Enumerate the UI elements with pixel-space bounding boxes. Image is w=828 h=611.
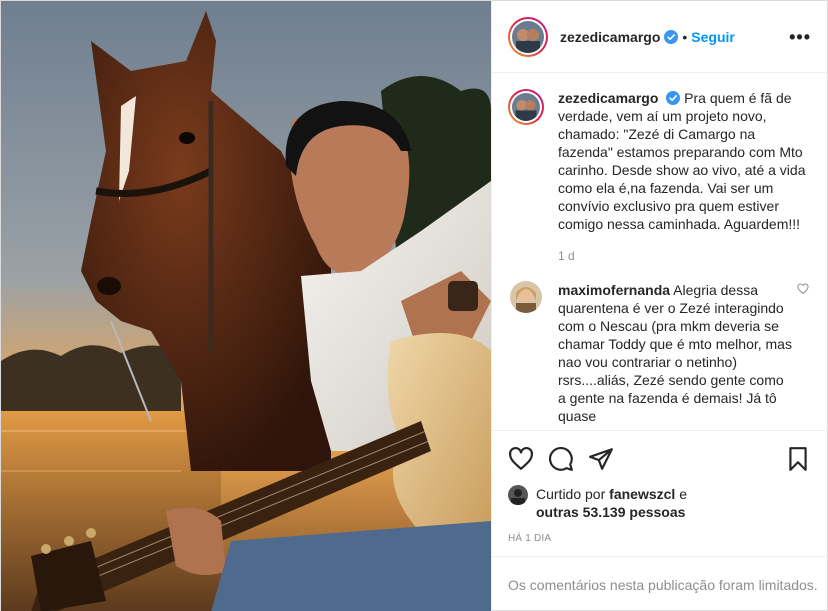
liker-username[interactable]: fanewszcl [609,486,675,502]
likes-prefix: Curtido por [536,486,606,502]
post-header: zezedicamargo • Seguir ••• [492,1,827,73]
comment-body: maximofernanda Alegria dessa quarentena … [558,281,794,425]
comment-username[interactable]: maximofernanda [558,282,670,298]
avatar-image [510,281,542,313]
author-avatar[interactable] [508,16,548,57]
post-photo[interactable] [1,1,491,611]
bookmark-icon[interactable] [785,446,811,472]
avatar-image [512,93,540,121]
caption-time[interactable]: 1 d [558,247,811,265]
separator-dot: • [682,28,688,45]
follow-button[interactable]: Seguir [691,29,735,45]
comment-text: Alegria dessa quarentena é ver o Zezé in… [558,282,792,424]
likes-text: Curtido por fanewszcl e outras 53.139 pe… [536,485,687,521]
avatar-image [508,485,528,505]
liker-avatar[interactable] [508,485,528,505]
post-actions: Curtido por fanewszcl e outras 53.139 pe… [492,430,827,556]
author-username[interactable]: zezedicamargo [560,29,660,45]
comment-icon[interactable] [548,446,574,472]
likes-summary: Curtido por fanewszcl e outras 53.139 pe… [508,485,811,521]
verified-badge-icon [666,91,681,105]
instagram-post: zezedicamargo • Seguir ••• zezedicamargo… [0,0,828,611]
caption-avatar[interactable] [508,89,544,125]
caption-username[interactable]: zezedicamargo [558,90,658,106]
verified-badge-icon [664,29,679,44]
commenter-avatar[interactable] [510,281,542,313]
share-icon[interactable] [588,446,614,472]
comments-limited-notice: Os comentários nesta publicação foram li… [492,556,827,611]
heart-icon[interactable] [508,446,534,472]
caption: zezedicamargo Pra quem é fã de verdade, … [508,89,811,265]
post-time[interactable]: HÁ 1 DIA [508,533,811,544]
caption-text: Pra quem é fã de verdade, vem aí um proj… [558,90,806,232]
likes-others-link[interactable]: outras 53.139 pessoas [536,504,685,520]
likes-connector: e [679,486,687,502]
comment-like-heart-icon[interactable] [797,283,809,295]
caption-body: zezedicamargo Pra quem é fã de verdade, … [558,89,811,265]
comment-item: maximofernanda Alegria dessa quarentena … [508,281,811,425]
post-side-panel: zezedicamargo • Seguir ••• zezedicamargo… [491,1,827,611]
more-options-icon[interactable]: ••• [789,28,811,46]
avatar-image [512,20,544,53]
comments-section[interactable]: zezedicamargo Pra quem é fã de verdade, … [492,73,827,430]
post-photo-image [1,1,491,611]
action-icons-row [508,439,811,479]
